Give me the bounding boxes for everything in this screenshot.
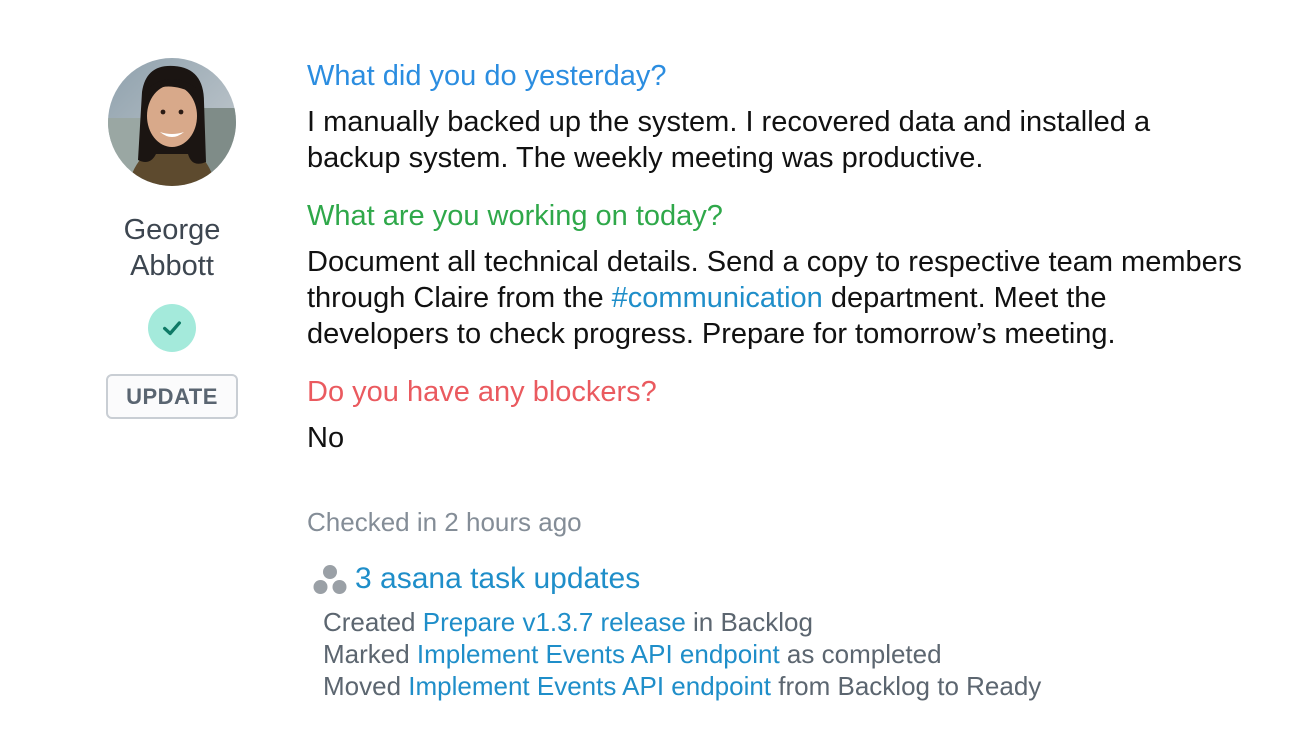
status-badge xyxy=(148,304,196,352)
task-link[interactable]: Prepare v1.3.7 release xyxy=(423,607,686,637)
asana-header: 3 asana task updates xyxy=(307,560,1247,598)
user-panel: George Abbott UPDATE xyxy=(92,58,252,419)
update-detail: from Backlog to Ready xyxy=(771,671,1042,701)
update-detail: in Backlog xyxy=(685,607,813,637)
check-icon xyxy=(163,321,181,336)
blockers-answer: No xyxy=(307,422,345,454)
user-name: George Abbott xyxy=(92,212,252,284)
task-link[interactable]: Implement Events API endpoint xyxy=(408,671,771,701)
asana-updates-list: Created Prepare v1.3.7 release in Backlo… xyxy=(323,606,1247,702)
update-action: Marked xyxy=(323,639,417,669)
task-link[interactable]: Implement Events API endpoint xyxy=(417,639,780,669)
user-last-name: Abbott xyxy=(130,250,214,282)
asana-task-updates-link[interactable]: 3 asana task updates xyxy=(355,562,640,596)
user-first-name: George xyxy=(123,214,221,246)
yesterday-question: What did you do yesterday? xyxy=(307,60,667,92)
blockers-question: Do you have any blockers? xyxy=(307,376,657,408)
list-item: Marked Implement Events API endpoint as … xyxy=(323,638,1247,670)
update-action: Moved xyxy=(323,671,409,701)
standup-panel: What did you do yesterday? I manually ba… xyxy=(307,58,1247,702)
today-question: What are you working on today? xyxy=(307,200,723,232)
update-detail: as completed xyxy=(779,639,942,669)
checked-in-timestamp: Checked in 2 hours ago xyxy=(307,507,582,537)
list-item: Moved Implement Events API endpoint from… xyxy=(323,670,1247,702)
asana-icon xyxy=(313,565,347,594)
list-item: Created Prepare v1.3.7 release in Backlo… xyxy=(323,606,1247,638)
today-answer: Document all technical details. Send a c… xyxy=(307,244,1247,352)
today-section: What are you working on today? Document … xyxy=(307,198,1247,352)
update-action: Created xyxy=(323,607,423,637)
blockers-section: Do you have any blockers? No xyxy=(307,374,1247,456)
update-button[interactable]: UPDATE xyxy=(106,374,238,419)
yesterday-answer: I manually backed up the system. I recov… xyxy=(307,106,1151,174)
avatar xyxy=(108,58,236,186)
communication-hashtag-link[interactable]: #communication xyxy=(612,282,823,314)
yesterday-section: What did you do yesterday? I manually ba… xyxy=(307,58,1247,176)
